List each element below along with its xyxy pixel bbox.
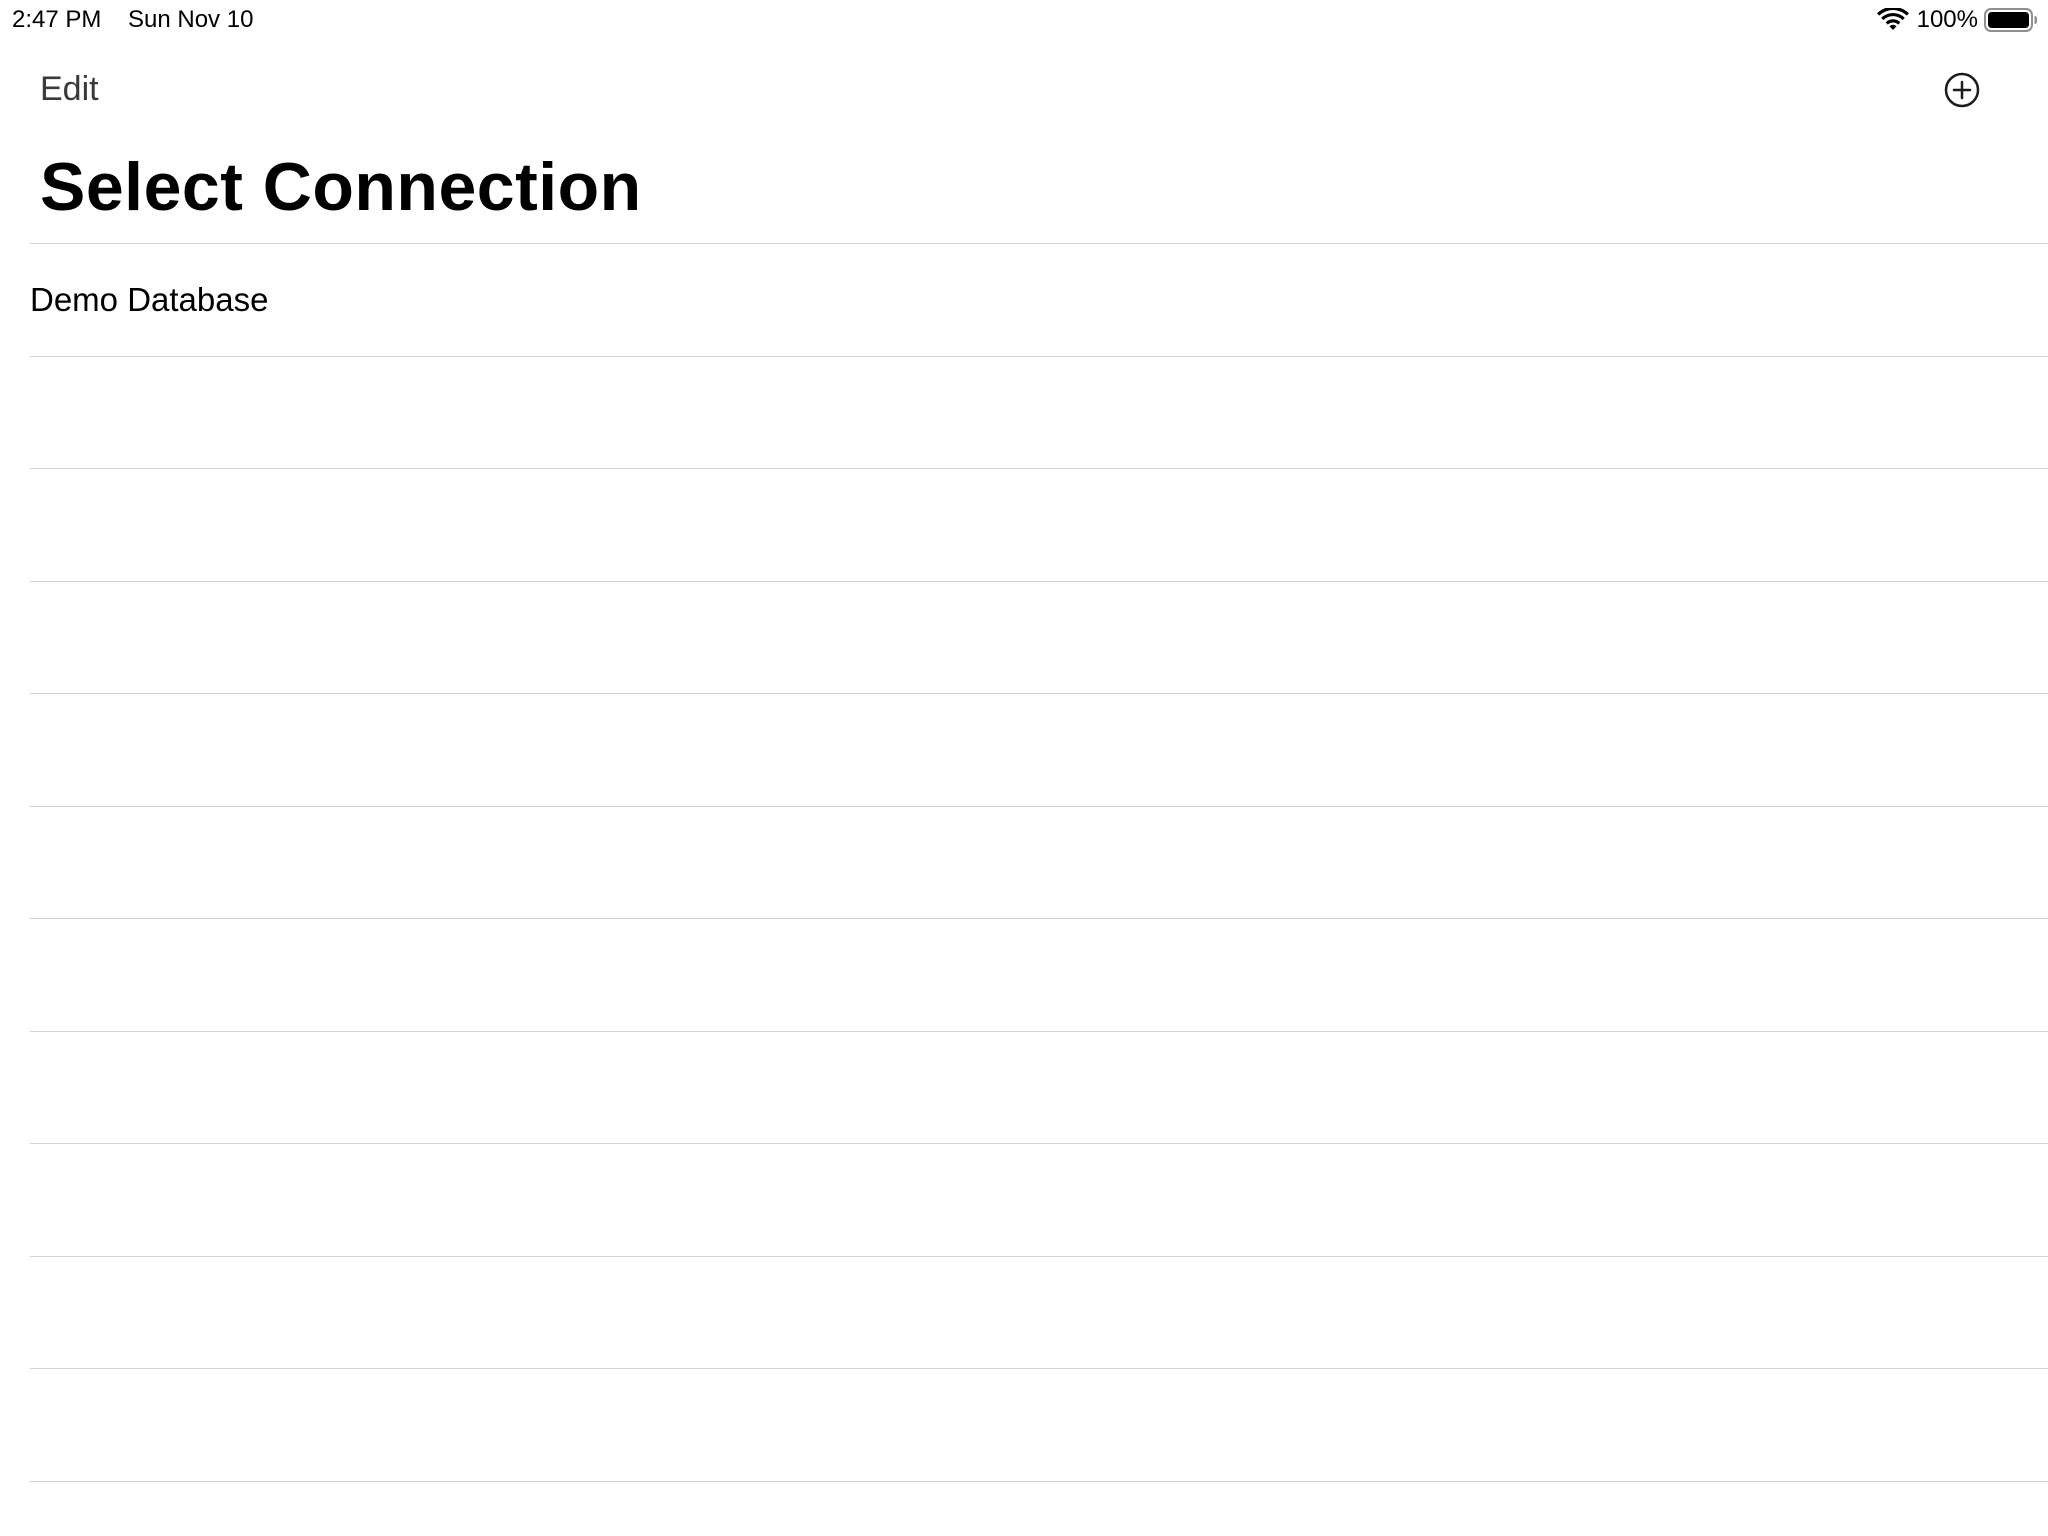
status-indicators: 100% <box>1876 6 2038 34</box>
list-row-empty <box>30 1257 2048 1369</box>
status-date: Sun Nov 10 <box>128 6 254 33</box>
connection-list: Demo Database <box>30 243 2048 1482</box>
list-row-empty <box>30 582 2048 694</box>
status-bar: 2:47 PM Sun Nov 10 100% <box>0 0 2048 40</box>
status-time: 2:47 PM <box>12 6 102 33</box>
edit-button[interactable]: Edit <box>40 70 99 109</box>
wifi-icon <box>1876 8 1909 30</box>
page-title: Select Connection <box>40 149 642 225</box>
connection-label: Demo Database <box>30 280 269 318</box>
add-connection-button[interactable] <box>1942 70 1982 110</box>
battery-icon <box>1984 8 2037 32</box>
list-row-empty <box>30 1032 2048 1144</box>
connection-row[interactable]: Demo Database <box>30 244 2048 357</box>
list-row-empty <box>30 469 2048 582</box>
list-row-empty <box>30 919 2048 1032</box>
plus-circle-icon <box>1944 72 1980 108</box>
list-row-empty <box>30 357 2048 469</box>
list-row-empty <box>30 807 2048 919</box>
list-row-empty <box>30 1369 2048 1482</box>
navigation-bar: Edit <box>0 60 2048 120</box>
list-row-empty <box>30 1144 2048 1257</box>
battery-percent: 100% <box>1916 6 1978 33</box>
list-row-empty <box>30 694 2048 807</box>
